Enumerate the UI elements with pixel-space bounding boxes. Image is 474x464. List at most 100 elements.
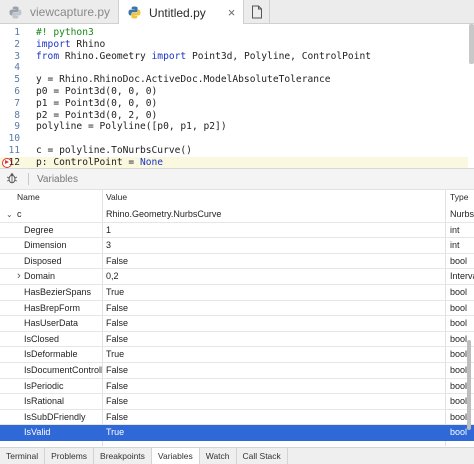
variable-name: IsDocumentControlled xyxy=(24,364,102,375)
column-header-name[interactable]: Name xyxy=(17,192,40,202)
python-file-icon xyxy=(127,6,141,20)
tab-variables[interactable]: Variables xyxy=(151,448,200,464)
variable-name: HasBrepForm xyxy=(24,302,81,313)
table-row[interactable]: ⌄ c Rhino.Geometry.NurbsCurve NurbsCurve xyxy=(0,207,474,223)
editor-scrollbar[interactable] xyxy=(469,24,474,64)
table-header: Name Value Type xyxy=(0,190,474,204)
code-token: polyline = Polyline([p0, p1, p2]) xyxy=(36,121,227,133)
python-file-icon xyxy=(8,5,22,19)
code-token: p1 = Point3d(0, 0, 0) xyxy=(36,97,158,109)
code-line[interactable]: 2 import Rhino xyxy=(0,39,468,51)
table-row[interactable]: IsPeriodic False bool xyxy=(0,379,474,395)
debug-panel-header: Variables xyxy=(0,168,474,190)
code-token: Rhino.Geometry xyxy=(59,50,152,62)
variable-name: IsClosed xyxy=(24,333,60,344)
code-line[interactable]: 8 p2 = Point3d(0, 2, 0) xyxy=(0,110,468,122)
code-token: Point3d, Polyline, ControlPoint xyxy=(186,50,372,62)
code-text: p0 = Point3d(0, 0, 0) xyxy=(36,86,157,98)
column-header-type[interactable]: Type xyxy=(450,192,468,202)
code-text: p1 = Point3d(0, 0, 0) xyxy=(36,98,157,110)
table-row[interactable]: Degree 1 int xyxy=(0,223,474,239)
variable-value: False xyxy=(106,364,129,375)
variable-name: IsDeformable xyxy=(24,349,78,360)
variable-name: IsValid xyxy=(24,427,51,438)
code-token: c = polyline.ToNurbsCurve() xyxy=(36,145,192,156)
variable-name: Degree xyxy=(24,224,54,235)
tab-call-stack[interactable]: Call Stack xyxy=(237,448,288,464)
code-text: p: ControlPoint = None xyxy=(36,157,163,169)
variable-name: Domain xyxy=(24,271,56,282)
code-token: p2 = Point3d(0, 2, 0) xyxy=(36,109,158,121)
code-line[interactable]: 3 from Rhino.Geometry import Point3d, Pol… xyxy=(0,51,468,63)
tab-terminal[interactable]: Terminal xyxy=(0,448,46,464)
table-row[interactable]: IsValid True bool xyxy=(0,425,474,441)
variable-type: Interval xyxy=(450,271,474,282)
line-number: 1 xyxy=(14,27,20,38)
code-editor[interactable]: 1 #! python3 2 import Rhino 3 from Rhino.Geom… xyxy=(0,24,474,180)
tab-untitled[interactable]: Untitled.py × xyxy=(119,0,245,25)
variable-name: IsRational xyxy=(24,396,65,407)
tab-label: Untitled.py xyxy=(149,5,206,20)
line-number: 3 xyxy=(14,50,20,62)
variable-type: bool xyxy=(450,302,468,313)
variable-value: False xyxy=(106,255,129,266)
variable-value: False xyxy=(106,396,129,407)
column-header-value[interactable]: Value xyxy=(106,192,127,202)
code-line[interactable]: 1 #! python3 xyxy=(0,27,468,39)
variable-value: Rhino.Geometry.NurbsCurve xyxy=(106,209,222,219)
chevron-down-icon[interactable]: ⌄ xyxy=(6,207,13,223)
table-row[interactable]: IsDeformable True bool xyxy=(0,347,474,363)
tab-label: viewcapture.py xyxy=(30,5,111,19)
chevron-right-icon[interactable]: › xyxy=(17,269,21,285)
code-text: from Rhino.Geometry import Point3d, Poly… xyxy=(36,51,371,63)
line-number: 4 xyxy=(14,62,20,74)
variable-name: IsSubDFriendly xyxy=(24,411,86,422)
line-number: 11 xyxy=(8,145,20,156)
code-line[interactable]: 5 y = Rhino.RhinoDoc.ActiveDoc.ModelAbsol… xyxy=(0,74,468,86)
bug-icon[interactable] xyxy=(6,172,20,187)
code-text: polyline = Polyline([p0, p1, p2]) xyxy=(36,121,227,133)
tab-viewcapture[interactable]: viewcapture.py xyxy=(0,0,120,24)
code-line[interactable]: 9 polyline = Polyline([p0, p1, p2]) xyxy=(0,121,468,133)
variable-type: bool xyxy=(450,255,468,266)
variable-name: Dimension xyxy=(24,240,67,251)
variable-value: 0,2 xyxy=(106,271,119,282)
table-scrollbar[interactable] xyxy=(467,340,471,430)
code-text: #! python3 xyxy=(36,27,94,39)
code-line[interactable]: 11 c = polyline.ToNurbsCurve() xyxy=(0,145,468,157)
table-row[interactable]: IsDocumentControlledFalsebool xyxy=(0,363,474,379)
close-icon[interactable]: × xyxy=(228,5,236,20)
code-line[interactable]: 4 xyxy=(0,62,468,74)
code-line[interactable]: 12 p: ControlPoint = None xyxy=(0,156,468,169)
code-line[interactable]: 7 p1 = Point3d(0, 0, 0) xyxy=(0,98,468,110)
variable-rows: ⌄ c Rhino.Geometry.NurbsCurve NurbsCurve Deg… xyxy=(0,207,474,441)
variable-value: False xyxy=(106,333,129,344)
code-line[interactable]: 6 p0 = Point3d(0, 0, 0) xyxy=(0,86,468,98)
line-number: 7 xyxy=(14,97,20,109)
variable-value: False xyxy=(106,411,129,422)
keyword-token: import xyxy=(151,50,187,62)
table-row[interactable]: ›Domain 0,2 Interval xyxy=(0,269,474,285)
code-text: y = Rhino.RhinoDoc.ActiveDoc.ModelAbsolu… xyxy=(36,74,331,86)
new-tab-button[interactable] xyxy=(244,0,271,24)
table-row[interactable]: HasBrepForm False bool xyxy=(0,301,474,317)
variable-value: True xyxy=(106,286,125,297)
line-number: 9 xyxy=(14,121,20,133)
variables-table[interactable]: Name Value Type ⌄ c Rhino.Geometry.NurbsCu… xyxy=(0,190,474,446)
table-row[interactable]: Dimension 3 int xyxy=(0,238,474,254)
table-row[interactable]: Disposed False bool xyxy=(0,254,474,270)
code-token: p0 = Point3d(0, 0, 0) xyxy=(36,86,158,97)
table-row[interactable]: IsSubDFriendly False bool xyxy=(0,410,474,426)
code-token: Rhino xyxy=(70,38,106,50)
variable-value: False xyxy=(106,380,129,391)
tab-watch[interactable]: Watch xyxy=(200,448,237,464)
code-line[interactable]: 10 xyxy=(0,133,468,145)
table-row[interactable]: HasUserData False bool xyxy=(0,316,474,332)
table-row[interactable]: IsRational False bool xyxy=(0,394,474,410)
tab-breakpoints[interactable]: Breakpoints xyxy=(94,448,152,464)
table-row[interactable]: HasBezierSpans True bool xyxy=(0,285,474,301)
variable-value: 1 xyxy=(106,224,112,235)
code-text: import Rhino xyxy=(36,39,105,51)
tab-problems[interactable]: Problems xyxy=(45,448,95,464)
table-row[interactable]: IsClosed False bool xyxy=(0,332,474,348)
